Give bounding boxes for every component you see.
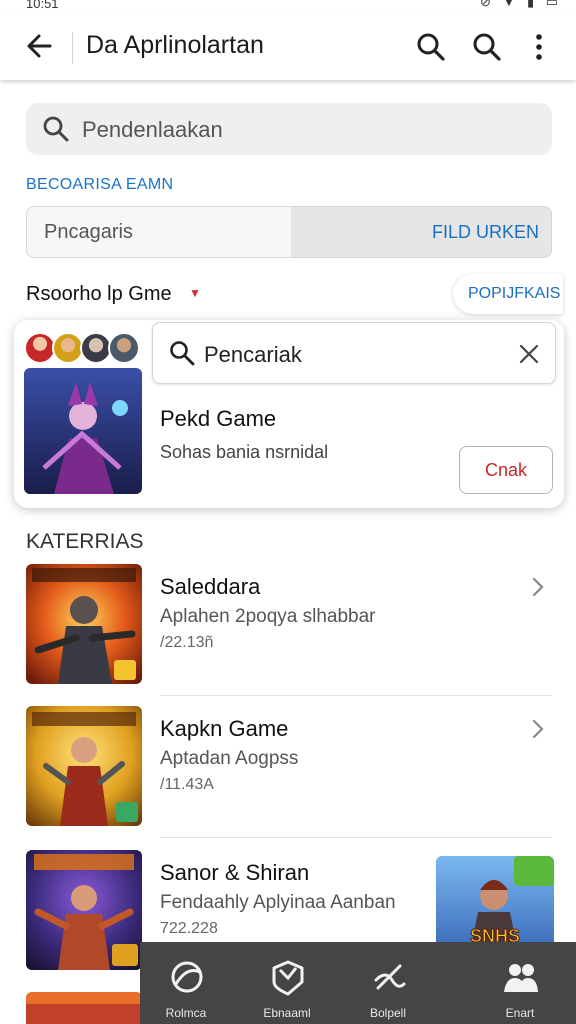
popular-chip-label: POPIJFKAIS [468,285,561,302]
status-time: 10:51 [26,0,59,11]
filter-row: Pncagaris FILD URKEN [26,206,552,258]
search-icon[interactable] [416,32,446,62]
featured-card[interactable]: Pencariak Pekd Game Sohas bania nsrnidal… [14,320,564,508]
nav-label: Rolmca [165,1006,207,1020]
nav-label: Bolpell [369,1006,407,1020]
divider [160,695,552,696]
popup-search-value: Pencariak [204,342,302,367]
game-meta: /11.43A [160,776,214,793]
close-icon[interactable] [517,342,541,366]
search-icon[interactable] [472,32,502,62]
featured-title: Pekd Game [160,406,277,431]
search-input[interactable]: Pendenlaakan [26,103,552,155]
bottom-nav: Rolmca Ebnaaml Bolpell Enart [140,942,576,1024]
pen-icon [374,964,406,990]
avatar-group [24,332,144,368]
section-heading: KATERRIAS [26,530,144,553]
search-placeholder: Pendenlaakan [82,117,223,142]
game-thumbnail [26,850,142,970]
popular-filter-chip[interactable]: POPIJFKAIS [453,274,563,314]
game-meta: /22.13ñ [160,634,214,651]
chevron-right-icon[interactable] [530,576,546,598]
more-vert-icon[interactable] [526,32,552,62]
game-thumbnail [26,564,142,684]
game-description: Aptadan Aogpss [160,748,299,769]
nav-item-ebnaaml[interactable]: Ebnaaml [241,942,333,1024]
app-bar: Da Aprlinolartan [0,14,576,80]
users-icon [504,964,538,992]
list-item[interactable]: Saleddara Aplahen 2poqya slhabbar /22.13… [0,564,576,704]
app-bar-divider [72,32,73,64]
page-title: Da Aprlinolartan [86,31,264,59]
status-icons: ⊘ ▼ ▮ ▭ [479,0,562,9]
back-arrow-icon[interactable] [24,30,56,62]
nav-label: Enart [505,1006,535,1020]
shield-icon [272,960,304,996]
nav-item-rolmca[interactable]: Rolmca [140,942,232,1024]
popup-search-input[interactable]: Pencariak [152,322,556,384]
game-name: Saleddara [160,574,261,599]
promo-thumbnail[interactable]: SNHS [436,856,554,952]
featured-game-art [24,368,142,494]
avatar [108,332,140,364]
section-link[interactable]: BECOARISA EAMN [26,176,173,194]
filter-label: Pncagaris [44,221,133,243]
filter-action-label: FILD URKEN [431,222,539,242]
game-thumbnail [26,992,142,1024]
search-icon [170,341,195,366]
filter-action-button[interactable]: FILD URKEN [291,207,551,257]
game-description: Aplahen 2poqya slhabbar [160,606,376,627]
game-description: Fendaahly Aplyinaa Aanban [160,892,396,913]
status-bar: 10:51 ⊘ ▼ ▮ ▭ [0,0,576,14]
game-name: Sanor & Shiran [160,860,310,885]
featured-cta-button[interactable]: Cnak [459,446,553,494]
globe-icon [171,961,203,993]
search-icon [43,116,69,142]
list-item[interactable]: Kapkn Game Aptadan Aogpss /11.43A [0,706,576,846]
chevron-right-icon[interactable] [530,718,546,740]
featured-subtitle: Sohas bania nsrnidal [160,442,329,462]
game-name: Kapkn Game [160,716,289,741]
game-meta: 722.228 [160,920,218,937]
nav-item-bolpell[interactable]: Bolpell [342,942,434,1024]
caret-down-icon[interactable]: ▼ [189,286,201,300]
sort-dropdown[interactable]: Rsoorho lp Gme [26,283,172,306]
game-thumbnail [26,706,142,826]
filter-field[interactable]: Pncagaris [27,207,291,257]
nav-item-enart[interactable]: Enart [474,942,566,1024]
nav-label: Ebnaaml [263,1006,311,1020]
divider [160,837,552,838]
